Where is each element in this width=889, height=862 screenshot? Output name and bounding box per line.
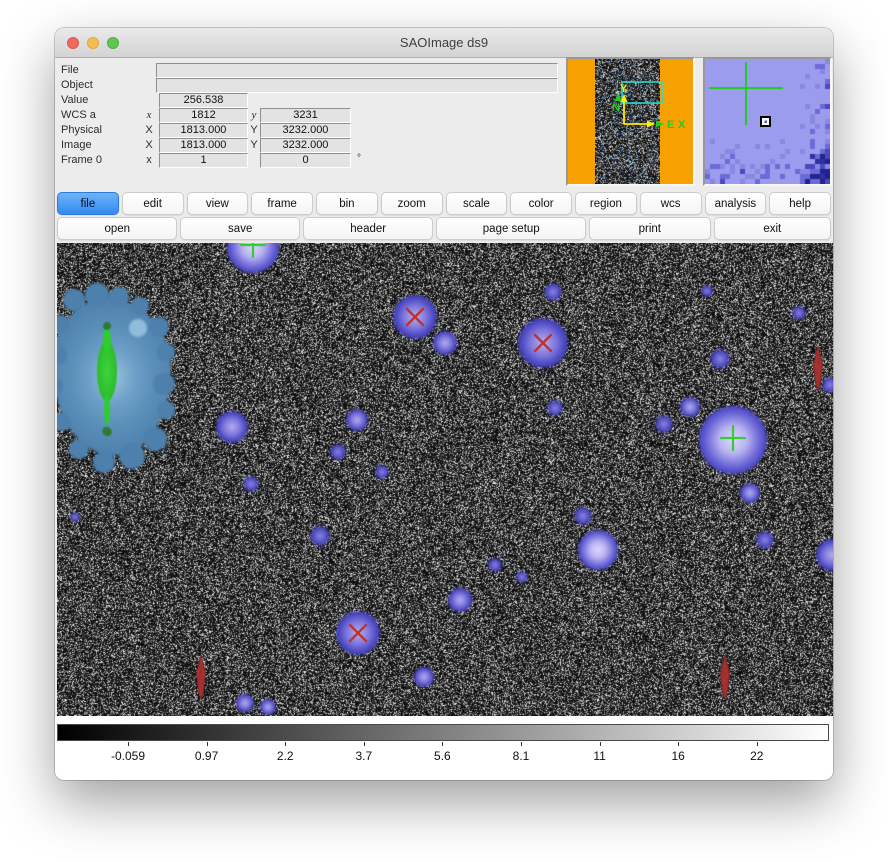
info-row-image: Image X 1813.000Y3232.000 [55, 138, 563, 153]
colorbar-tick [442, 742, 443, 746]
menu-button-bin[interactable]: bin [316, 192, 378, 215]
info-row-frame-0: Frame 0 x10 ° [55, 153, 563, 168]
region-marker-red-x[interactable] [535, 335, 551, 351]
menu-button-wcs[interactable]: wcs [640, 192, 702, 215]
info-value-field[interactable]: 1812 [159, 108, 248, 123]
axis-label-y: y [249, 109, 259, 121]
colorbar-tick [364, 742, 365, 746]
colorbar-tick-label: 16 [672, 749, 685, 763]
menu-button-scale[interactable]: scale [446, 192, 508, 215]
menu-button-region[interactable]: region [575, 192, 637, 215]
info-row-physical: Physical X 1813.000Y3232.000 [55, 123, 563, 138]
info-label: WCS a [61, 109, 96, 121]
colorbar-gradient[interactable] [57, 724, 829, 741]
info-label: Image [61, 139, 92, 151]
axis-label-y: Y [249, 124, 259, 136]
info-value-field[interactable]: 1 [159, 153, 248, 168]
info-row-file: File [55, 63, 563, 78]
info-value-field[interactable]: 3232.000 [260, 123, 351, 138]
svg-text:E: E [667, 119, 674, 131]
magnifier-crosshair [705, 59, 830, 184]
menu-button-zoom[interactable]: zoom [381, 192, 443, 215]
colorbar-tick [757, 742, 758, 746]
info-value-field[interactable]: 3232.000 [260, 138, 351, 153]
axis-label-y: Y [249, 139, 259, 151]
axis-label-x: x [144, 154, 154, 166]
axis-label-x: X [144, 124, 154, 136]
info-label: Object [61, 79, 93, 91]
info-value-field[interactable]: 1813.000 [159, 138, 248, 153]
region-marker-green-cross[interactable] [241, 243, 265, 257]
file-button-page-setup[interactable]: page setup [436, 217, 586, 240]
info-value-field[interactable]: 256.538 [159, 93, 248, 108]
info-label: Frame 0 [61, 154, 102, 166]
region-marker-green-cross[interactable] [721, 426, 745, 450]
menu-button-edit[interactable]: edit [122, 192, 184, 215]
colorbar-tick-label: 11 [593, 749, 605, 763]
colorbar-tick-label: 0.97 [195, 749, 218, 763]
file-button-save[interactable]: save [180, 217, 299, 240]
colorbar-tick-label: -0.059 [111, 749, 145, 763]
file-button-header[interactable]: header [303, 217, 434, 240]
file-button-exit[interactable]: exit [714, 217, 831, 240]
image-display[interactable] [57, 243, 833, 716]
degrees-suffix: ° [357, 153, 361, 164]
region-marker-red-x[interactable] [350, 625, 366, 641]
axis-label-x: X [144, 139, 154, 151]
info-panel: FileObjectValue256.538WCS ax1812y3231Phy… [55, 58, 563, 190]
region-marker-red-arrow[interactable] [197, 655, 206, 699]
colorbar-tick [521, 742, 522, 746]
menu-button-analysis[interactable]: analysis [705, 192, 767, 215]
svg-text:N: N [612, 102, 620, 114]
magnifier[interactable] [703, 57, 832, 186]
panner-compass: YN EX [568, 59, 693, 184]
region-marker-red-arrow[interactable] [814, 346, 823, 390]
menu-button-help[interactable]: help [769, 192, 831, 215]
info-row-object: Object [55, 78, 563, 93]
info-label: Value [61, 94, 88, 106]
region-marker-red-x[interactable] [407, 309, 423, 325]
colorbar-tick-label: 22 [750, 749, 763, 763]
colorbar-tick-label: 8.1 [513, 749, 530, 763]
colorbar-tick [285, 742, 286, 746]
info-label: Physical [61, 124, 102, 136]
menu-button-file[interactable]: file [57, 192, 119, 215]
menu-row-file: opensaveheaderpage setupprintexit [57, 217, 831, 240]
svg-text:X: X [678, 119, 686, 131]
menu-button-view[interactable]: view [187, 192, 249, 215]
colorbar-tick-label: 5.6 [434, 749, 451, 763]
info-value-field[interactable] [156, 78, 558, 93]
svg-text:Y: Y [620, 83, 628, 95]
info-value-field[interactable] [156, 63, 558, 78]
file-button-open[interactable]: open [57, 217, 177, 240]
region-markers[interactable] [57, 243, 833, 716]
colorbar-tick [128, 742, 129, 746]
axis-label-x: x [144, 109, 154, 121]
info-label: File [61, 64, 79, 76]
panner[interactable]: YN EX [566, 57, 695, 186]
menu-button-color[interactable]: color [510, 192, 572, 215]
colorbar-tick-label: 2.2 [277, 749, 294, 763]
info-row-value: Value 256.538 [55, 93, 563, 108]
window-title: SAOImage ds9 [55, 35, 833, 50]
info-row-wcs-a: WCS a x 1812y3231 [55, 108, 563, 123]
colorbar-tick [600, 742, 601, 746]
colorbar-tick [678, 742, 679, 746]
ds9-window: SAOImage ds9 FileObjectValue256.538WCS a… [55, 28, 833, 780]
menu-button-frame[interactable]: frame [251, 192, 313, 215]
info-value-field[interactable]: 3231 [260, 108, 351, 123]
title-bar[interactable]: SAOImage ds9 [55, 28, 833, 58]
colorbar-tick-label: 3.7 [355, 749, 372, 763]
info-value-field[interactable]: 0 [260, 153, 351, 168]
file-button-print[interactable]: print [589, 217, 710, 240]
colorbar[interactable]: -0.059 0.97 2.2 3.7 5.6 8.1 11 16 22 [55, 716, 833, 780]
menu-row-main: fileeditviewframebinzoomscalecolorregion… [57, 192, 831, 215]
info-value-field[interactable]: 1813.000 [159, 123, 248, 138]
region-marker-red-arrow[interactable] [721, 655, 730, 699]
colorbar-tick [207, 742, 208, 746]
